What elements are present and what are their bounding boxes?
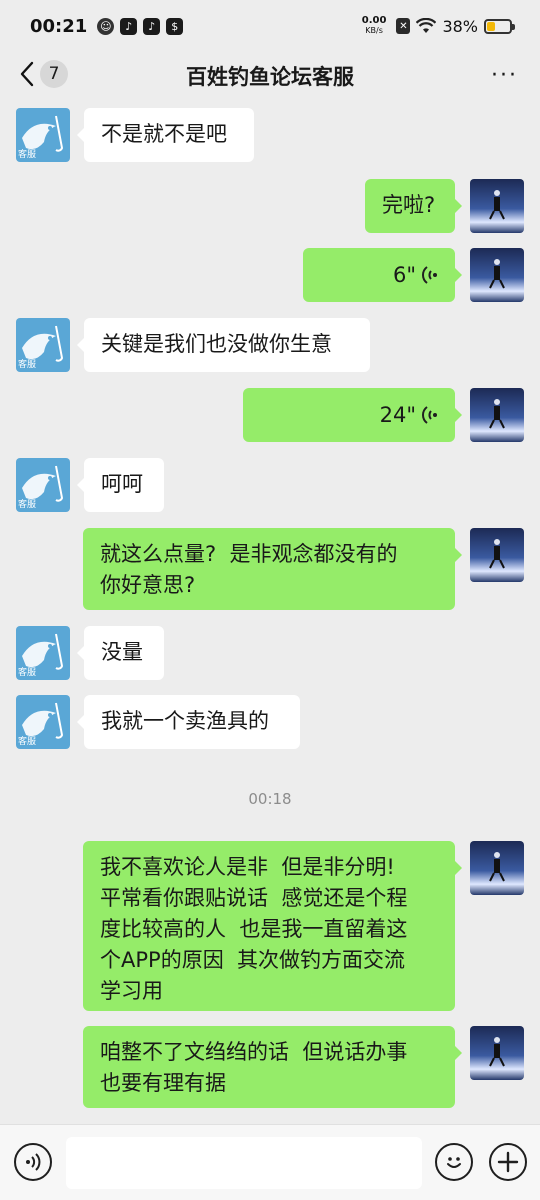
unread-count-badge: 7 (40, 60, 68, 88)
my-avatar[interactable] (470, 841, 524, 895)
skydiver-photo-icon (489, 539, 505, 569)
message-text-bubble[interactable]: 就这么点量? 是非观念都没有的 你好意思? (83, 528, 462, 610)
incoming-message: 客服 我就一个卖渔具的 (0, 695, 540, 749)
message-text-bubble[interactable]: 完啦? (365, 179, 462, 233)
network-speed-unit: KB/s (365, 26, 383, 35)
message-input[interactable] (66, 1137, 422, 1189)
outgoing-message: 我不喜欢论人是非 但是非分明! 平常看你跟贴说话 感觉还是个程 度比较高的人 也… (0, 841, 540, 1011)
my-avatar[interactable] (470, 528, 524, 582)
outgoing-message: 咱整不了文绉绉的话 但说话办事 也要有理有据 (0, 1026, 540, 1108)
my-avatar[interactable] (470, 388, 524, 442)
status-time: 00:21 (30, 15, 88, 37)
skydiver-photo-icon (489, 399, 505, 429)
voice-input-button[interactable] (14, 1143, 52, 1181)
my-avatar[interactable] (470, 1026, 524, 1080)
navigation-bar: 7 百姓钓鱼论坛客服 ··· (0, 52, 540, 100)
tiktok-lite-icon: ♪ (143, 17, 161, 35)
input-bar (0, 1124, 540, 1200)
voice-message-bubble[interactable]: 6" (303, 248, 462, 302)
outgoing-message: 6" (0, 248, 540, 302)
message-text-bubble[interactable]: 咱整不了文绉绉的话 但说话办事 也要有理有据 (83, 1026, 462, 1108)
skydiver-photo-icon (489, 1037, 505, 1067)
avatar-label: 客服 (18, 668, 37, 678)
skydiver-photo-icon (489, 190, 505, 220)
outgoing-message: 就这么点量? 是非观念都没有的 你好意思? (0, 528, 540, 610)
no-sim-icon: ✕ (396, 18, 411, 34)
service-avatar[interactable]: 客服 (16, 318, 70, 372)
smiley-icon (447, 1157, 461, 1168)
message-text-bubble[interactable]: 我不喜欢论人是非 但是非分明! 平常看你跟贴说话 感觉还是个程 度比较高的人 也… (83, 841, 462, 1011)
my-avatar[interactable] (470, 248, 524, 302)
voice-wave-icon (422, 406, 437, 424)
emoji-button[interactable] (435, 1143, 473, 1181)
tiktok-icon: ♪ (120, 17, 138, 35)
message-text-bubble[interactable]: 关键是我们也没做你生意 (77, 318, 370, 372)
avatar-label: 客服 (18, 737, 37, 747)
message-text-bubble[interactable]: 呵呵 (77, 458, 164, 512)
incoming-message: 客服 没量 (0, 626, 540, 680)
service-avatar[interactable]: 客服 (16, 626, 70, 680)
outgoing-message: 24" (0, 388, 540, 442)
skydiver-photo-icon (489, 852, 505, 882)
avatar-label: 客服 (18, 150, 37, 160)
notification-app-icon: ☺ (97, 17, 115, 35)
plus-icon (497, 1151, 519, 1173)
more-options-button[interactable]: ··· (491, 62, 518, 90)
incoming-message: 客服 关键是我们也没做你生意 (0, 318, 540, 372)
outgoing-message: 完啦? (0, 179, 540, 233)
voice-wave-icon (422, 266, 437, 284)
network-speed: 0.00 KB/s (362, 16, 387, 36)
service-avatar[interactable]: 客服 (16, 695, 70, 749)
battery-percent: 38% (442, 16, 478, 36)
more-functions-button[interactable] (489, 1143, 527, 1181)
voice-duration: 24" (379, 402, 416, 427)
avatar-label: 客服 (18, 360, 37, 370)
battery-level (487, 21, 496, 31)
service-avatar[interactable]: 客服 (16, 108, 70, 162)
message-text-bubble[interactable]: 我就一个卖渔具的 (77, 695, 300, 749)
avatar-label: 客服 (18, 500, 37, 510)
wifi-icon (416, 18, 437, 33)
money-app-icon: $ (166, 17, 184, 35)
incoming-message: 客服 不是就不是吧 (0, 108, 540, 162)
chevron-left-icon (20, 61, 34, 87)
battery-icon (484, 18, 515, 34)
skydiver-photo-icon (489, 259, 505, 289)
chat-screen: 00:21 ☺ ♪ ♪ $ 0.00 KB/s ✕ 38% 7 百姓钓鱼论坛客服… (0, 0, 540, 1200)
message-text-bubble[interactable]: 不是就不是吧 (77, 108, 254, 162)
voice-mode-icon (26, 1153, 41, 1171)
network-speed-value: 0.00 (361, 15, 387, 26)
voice-duration: 6" (392, 262, 416, 287)
incoming-message: 客服 呵呵 (0, 458, 540, 512)
status-bar: 00:21 ☺ ♪ ♪ $ 0.00 KB/s ✕ 38% (0, 0, 540, 52)
my-avatar[interactable] (470, 179, 524, 233)
chat-title: 百姓钓鱼论坛客服 (186, 65, 354, 89)
voice-message-bubble[interactable]: 24" (243, 388, 462, 442)
back-button[interactable]: 7 (18, 60, 68, 88)
service-avatar[interactable]: 客服 (16, 458, 70, 512)
timestamp: 00:18 (248, 790, 292, 808)
message-list[interactable]: 客服 不是就不是吧 完啦? 6" 客服 关键是我们也没做你生意 24" 客服 呵呵 就这么点量? … (0, 100, 540, 1124)
message-text-bubble[interactable]: 没量 (77, 626, 164, 680)
